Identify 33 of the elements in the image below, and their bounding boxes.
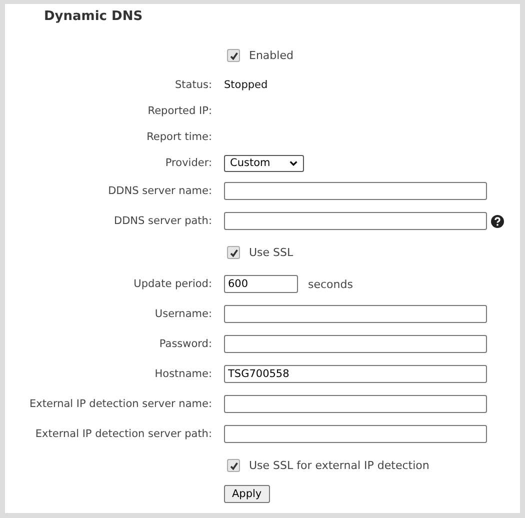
checkbox[interactable] xyxy=(227,246,240,259)
checkbox[interactable] xyxy=(227,459,240,472)
checkbox[interactable] xyxy=(227,49,240,62)
status-value: Stopped xyxy=(224,79,268,91)
field-label: Hostname: xyxy=(154,368,212,380)
unit-label: seconds xyxy=(308,278,353,290)
field-label: DDNS server path: xyxy=(112,215,212,227)
chevron-down-icon xyxy=(289,158,298,168)
help-icon[interactable] xyxy=(491,214,504,228)
field-label: Password: xyxy=(158,338,212,350)
checkbox-label: Enabled xyxy=(249,49,294,62)
field-label: Status: xyxy=(174,79,212,91)
provider-dropdown[interactable]: Custom xyxy=(224,154,304,172)
field-label: Report time: xyxy=(146,131,212,143)
input-field[interactable] xyxy=(224,182,487,200)
field-label: Update period: xyxy=(132,278,212,290)
checkbox-label: Use SSL xyxy=(249,246,294,259)
input-field[interactable] xyxy=(224,212,487,230)
input-field[interactable] xyxy=(224,395,487,413)
input-field[interactable] xyxy=(224,305,487,323)
input-field[interactable] xyxy=(224,425,487,443)
field-label: Username: xyxy=(154,308,212,320)
apply-button[interactable]: Apply xyxy=(224,485,270,503)
input-field[interactable] xyxy=(224,335,487,353)
checkbox-label: Use SSL for external IP detection xyxy=(249,459,430,472)
field-label: Reported IP: xyxy=(146,105,212,117)
field-label: External IP detection server name: xyxy=(28,398,212,410)
input-field[interactable]: TSG700558 xyxy=(224,365,487,383)
field-label: Provider: xyxy=(164,157,212,169)
field-label: External IP detection server path: xyxy=(34,428,212,440)
section-title: Dynamic DNS xyxy=(44,9,144,26)
input-field[interactable]: 600 xyxy=(224,275,298,293)
field-label: DDNS server name: xyxy=(107,185,212,197)
